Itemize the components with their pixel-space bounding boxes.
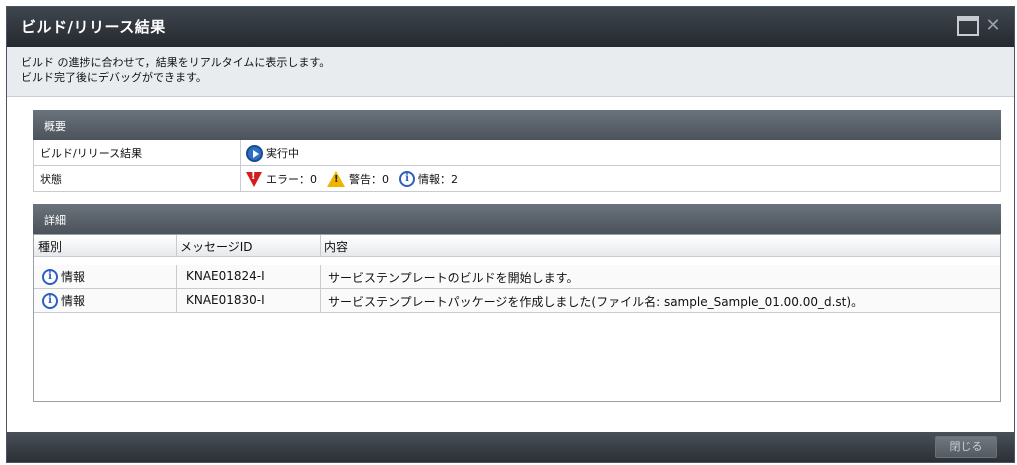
build-release-result-dialog: ビルド/リリース結果 ✕ ビルド の進捗に合わせて，結果をリアルタイムに表示しま… — [6, 6, 1015, 463]
row-type: 情報 — [61, 270, 86, 284]
state-label: 状態 — [40, 173, 62, 186]
info-count-text: 情報：2 — [418, 173, 458, 186]
column-header-type[interactable]: 種別 — [38, 238, 62, 255]
play-icon — [246, 144, 263, 162]
details-table: 種別 メッセージID 内容 i 情報 KNAE01824-I サービステンプレー… — [33, 234, 1001, 402]
error-count-text: エラー：0 — [266, 173, 317, 186]
dialog-footer: 閉じる — [7, 432, 1014, 462]
overview-row-result: ビルド/リリース結果 実行中 — [33, 140, 1001, 166]
result-label: ビルド/リリース結果 — [40, 147, 143, 160]
description-area: ビルド の進捗に合わせて，結果をリアルタイムに表示します。 ビルド完了後にデバッ… — [7, 47, 1014, 97]
overview-heading: 概要 — [44, 120, 66, 133]
warning-count-text: 警告：0 — [349, 173, 389, 186]
result-value-group: 実行中 — [246, 143, 299, 163]
details-table-header: 種別 メッセージID 内容 — [34, 235, 1000, 257]
details-heading: 詳細 — [44, 214, 66, 227]
row-message-id: KNAE01824-I — [186, 269, 265, 283]
details-header: 詳細 — [33, 204, 1001, 234]
close-icon[interactable]: ✕ — [982, 16, 1004, 36]
close-button[interactable]: 閉じる — [935, 436, 997, 458]
result-status-text: 実行中 — [266, 147, 299, 160]
overview-row-state: 状態 エラー：0 警告：0 i 情報：2 — [33, 166, 1001, 192]
column-header-message-id[interactable]: メッセージID — [180, 238, 253, 255]
info-icon: i — [42, 268, 58, 285]
title-bar: ビルド/リリース結果 ✕ — [7, 7, 1014, 47]
description-line-2: ビルド完了後にデバッグができます。 — [21, 71, 207, 84]
row-content: サービステンプレートのビルドを開始します。 — [328, 271, 579, 285]
table-row[interactable]: i 情報 KNAE01830-I サービステンプレートパッケージを作成しました(… — [34, 289, 1000, 313]
column-header-content[interactable]: 内容 — [324, 238, 348, 255]
row-type: 情報 — [61, 294, 86, 308]
dialog-title: ビルド/リリース結果 — [21, 18, 166, 36]
warning-icon — [327, 171, 345, 187]
overview-header: 概要 — [33, 110, 1001, 140]
info-icon: i — [399, 171, 415, 187]
info-icon: i — [42, 292, 58, 309]
row-content: サービステンプレートパッケージを作成しました(ファイル名: sample_Sam… — [328, 295, 864, 309]
maximize-icon[interactable] — [957, 16, 979, 36]
description-line-1: ビルド の進捗に合わせて，結果をリアルタイムに表示します。 — [21, 56, 331, 69]
error-icon — [246, 171, 262, 187]
row-message-id: KNAE01830-I — [186, 293, 265, 307]
table-row[interactable]: i 情報 KNAE01824-I サービステンプレートのビルドを開始します。 — [34, 265, 1000, 289]
state-value-group: エラー：0 警告：0 i 情報：2 — [246, 169, 468, 189]
